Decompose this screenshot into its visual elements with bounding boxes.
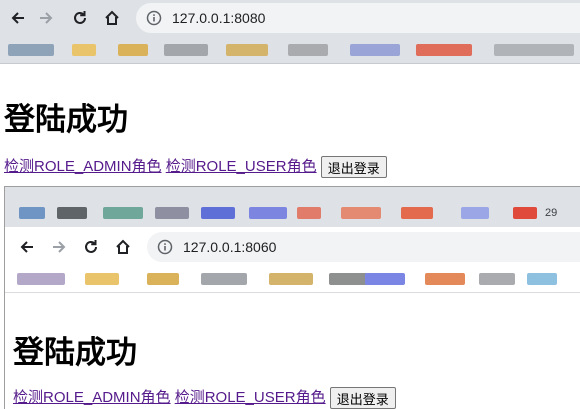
tab-item[interactable] [401,207,433,219]
bookmark-item[interactable] [494,44,574,56]
bookmark-item[interactable] [479,273,515,285]
bookmark-item[interactable] [72,44,96,56]
bookmark-item[interactable] [288,44,328,56]
bookmark-item[interactable] [8,44,54,56]
back-arrow-icon [20,241,33,253]
bookmark-item[interactable] [164,44,208,56]
check-user-role-link[interactable]: 检测ROLE_USER角色 [175,389,326,406]
bookmark-item[interactable] [350,44,400,56]
info-icon [157,239,173,255]
bookmark-item[interactable] [201,273,247,285]
bookmarks-bar [5,265,580,293]
check-user-role-link[interactable]: 检测ROLE_USER角色 [166,158,317,175]
tab-strip: 29 [5,187,580,227]
bookmark-item[interactable] [226,44,268,56]
bookmark-item[interactable] [527,273,557,285]
forward-button[interactable] [34,6,58,30]
logout-button[interactable]: 退出登录 [320,156,387,179]
reload-icon [85,240,97,253]
page-title: 登陆成功 [13,335,137,370]
bookmark-item[interactable] [269,273,313,285]
home-icon [105,10,119,25]
bookmark-item[interactable] [17,273,65,285]
tab-item[interactable] [103,207,143,219]
role-links: 检测ROLE_ADMIN角色 检测ROLE_USER角色 退出登录 [13,386,396,409]
url-text: 127.0.0.1:8080 [172,10,266,26]
role-links: 检测ROLE_ADMIN角色 检测ROLE_USER角色 退出登录 [4,155,387,179]
bookmarks-bar [0,36,580,64]
browser-toolbar: 127.0.0.1:8060 [5,227,580,267]
home-icon [116,239,130,254]
page-title: 登陆成功 [4,102,128,137]
tab-item[interactable] [19,207,45,219]
home-button[interactable] [100,6,124,30]
tab-item[interactable] [297,207,321,219]
tab-item[interactable] [461,207,489,219]
tab-item[interactable] [201,207,235,219]
check-admin-role-link[interactable]: 检测ROLE_ADMIN角色 [4,158,162,175]
url-text: 127.0.0.1:8060 [183,239,277,255]
bookmark-item[interactable] [425,273,465,285]
tab-item[interactable] [57,207,87,219]
tab-item[interactable] [513,207,537,219]
check-admin-role-link[interactable]: 检测ROLE_ADMIN角色 [13,389,171,406]
reload-icon [74,11,86,24]
address-bar[interactable]: 127.0.0.1:8080 [136,3,580,33]
back-button[interactable] [15,235,39,259]
tab-item[interactable] [341,207,381,219]
bookmark-item[interactable] [85,273,119,285]
tab-item[interactable] [249,207,287,219]
browser-toolbar: 127.0.0.1:8080 [0,0,580,36]
reload-button[interactable] [79,235,103,259]
bookmark-item[interactable] [118,44,148,56]
back-arrow-icon [11,12,24,24]
bookmark-item[interactable] [416,44,472,56]
back-button[interactable] [6,6,30,30]
forward-arrow-icon [53,241,66,253]
info-icon [146,10,162,26]
browser-window-1: 127.0.0.1:8080 登陆成功 检测ROLE_ADMIN角色 检测ROL… [0,0,580,185]
address-bar[interactable]: 127.0.0.1:8060 [147,232,580,262]
bookmark-item[interactable] [365,273,405,285]
bookmark-item[interactable] [147,273,179,285]
forward-button[interactable] [47,235,71,259]
forward-arrow-icon [40,12,53,24]
browser-window-2: 29 127.0.0.1:8060 登陆成功 检测ROLE_ADMIN角色 检测… [4,186,580,409]
home-button[interactable] [111,235,135,259]
tab-item[interactable] [155,207,189,219]
reload-button[interactable] [68,6,92,30]
tab-count: 29 [545,207,558,219]
logout-button[interactable]: 退出登录 [329,387,396,409]
